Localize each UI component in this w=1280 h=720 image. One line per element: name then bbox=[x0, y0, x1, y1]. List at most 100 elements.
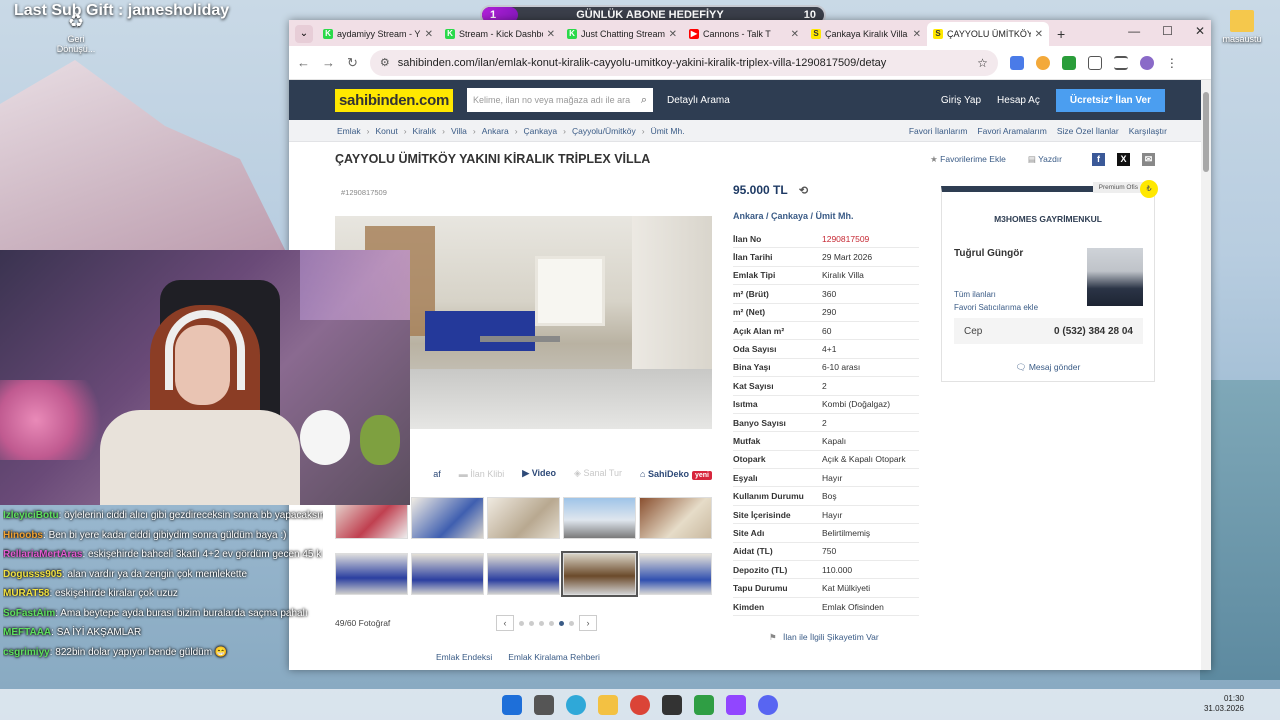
phone-number[interactable]: 0 (532) 384 28 04 bbox=[1054, 326, 1133, 337]
photo-thumbnail-selected[interactable] bbox=[561, 551, 638, 597]
login-link[interactable]: Giriş Yap bbox=[941, 95, 981, 106]
post-ad-button[interactable]: Ücretsiz* İlan Ver bbox=[1055, 88, 1165, 112]
breadcrumb-item[interactable]: Villa bbox=[451, 126, 467, 136]
breadcrumb-link[interactable]: Karşılaştır bbox=[1129, 126, 1167, 136]
photo-thumbnail[interactable] bbox=[487, 553, 560, 595]
breadcrumb-item[interactable]: Ümit Mh. bbox=[651, 126, 685, 136]
breadcrumb-item[interactable]: Çayyolu/Ümitköy bbox=[572, 126, 636, 136]
browser-menu-icon[interactable]: ⋮ bbox=[1166, 56, 1178, 70]
back-icon[interactable]: ← bbox=[297, 55, 310, 70]
address-bar[interactable]: ⚙ sahibinden.com/ilan/emlak-konut-kirali… bbox=[369, 49, 998, 76]
seller-firm[interactable]: M3HOMES GAYRİMENKUL bbox=[942, 214, 1154, 224]
browser-tab[interactable]: ▶ Cannons - Talk T ✕ bbox=[683, 22, 805, 46]
close-tab-icon[interactable]: ✕ bbox=[913, 29, 921, 40]
task-view-icon[interactable] bbox=[534, 694, 554, 715]
add-favorite-button[interactable]: ★ Favorilerime Ekle bbox=[930, 154, 1006, 165]
photo-thumbnail[interactable] bbox=[639, 553, 712, 595]
breadcrumb-link[interactable]: Size Özel İlanlar bbox=[1057, 126, 1119, 136]
sahideko-tab[interactable]: ⌂ SahiDeko yeni bbox=[640, 469, 712, 480]
pager-dot[interactable] bbox=[519, 620, 524, 626]
page-scrollbar[interactable] bbox=[1201, 80, 1211, 670]
breadcrumb-item[interactable]: Konut bbox=[375, 126, 397, 136]
breadcrumb-item[interactable]: Çankaya bbox=[524, 126, 558, 136]
browser-tab[interactable]: S Çankaya Kiralık Villa ✕ bbox=[805, 22, 927, 46]
pager-dot-active[interactable] bbox=[559, 620, 564, 626]
forward-icon[interactable]: → bbox=[322, 55, 335, 70]
recycle-bin-icon: ♻ bbox=[67, 11, 85, 31]
print-button[interactable]: ▤ Yazdır bbox=[1028, 154, 1062, 165]
real-estate-index-link[interactable]: Emlak Endeksi bbox=[436, 652, 492, 662]
pager-dot[interactable] bbox=[569, 620, 574, 626]
reload-icon[interactable]: ↻ bbox=[347, 55, 358, 71]
breadcrumb-item[interactable]: Kiralık bbox=[413, 126, 437, 136]
bookmark-star-icon[interactable]: ☆ bbox=[977, 56, 988, 70]
email-share-icon[interactable]: ✉ bbox=[1142, 152, 1155, 166]
minimize-icon[interactable]: — bbox=[1128, 24, 1140, 38]
price-history-icon[interactable]: ⟲ bbox=[799, 185, 808, 197]
photo-thumbnail[interactable] bbox=[639, 497, 712, 539]
breadcrumb-link[interactable]: Favori İlanlarım bbox=[909, 126, 968, 136]
send-message-button[interactable]: 🗨 Mesaj gönder bbox=[942, 362, 1154, 373]
system-clock[interactable]: 01:30 31.03.2026 bbox=[1204, 694, 1244, 714]
close-tab-icon[interactable]: ✕ bbox=[1035, 29, 1043, 40]
x-share-icon[interactable]: X bbox=[1117, 152, 1130, 166]
browser-tab[interactable]: K Stream - Kick Dashbo ✕ bbox=[439, 22, 561, 46]
browser-tab[interactable]: S ÇAYYOLU ÜMİTKÖY ✕ bbox=[927, 22, 1049, 46]
photo-thumbnail[interactable] bbox=[411, 497, 484, 539]
breadcrumb-item[interactable]: Ankara bbox=[482, 126, 509, 136]
favorite-seller-link[interactable]: Favori Satıcılarıma ekle bbox=[954, 301, 1038, 314]
photo-thumbnail[interactable] bbox=[411, 553, 484, 595]
browser-tab[interactable]: Kaydamiyy Stream - Y ✕ bbox=[317, 22, 439, 46]
twitch-icon[interactable] bbox=[726, 694, 746, 715]
close-tab-icon[interactable]: ✕ bbox=[425, 29, 433, 40]
register-link[interactable]: Hesap Aç bbox=[997, 95, 1040, 106]
browser-tab[interactable]: K Just Chatting Stream ✕ bbox=[561, 22, 683, 46]
app-icon[interactable] bbox=[694, 694, 714, 715]
maximize-icon[interactable]: ☐ bbox=[1162, 24, 1173, 38]
extension-icon[interactable] bbox=[1035, 55, 1050, 70]
extensions-puzzle-icon[interactable] bbox=[1087, 55, 1102, 70]
translate-extension-icon[interactable] bbox=[1009, 55, 1024, 70]
pager-dot[interactable] bbox=[539, 620, 544, 626]
breadcrumb-link[interactable]: Favori Aramalarım bbox=[977, 126, 1046, 136]
extension-icon[interactable] bbox=[1061, 55, 1076, 70]
breadcrumb-item[interactable]: Emlak bbox=[337, 126, 361, 136]
discord-icon[interactable] bbox=[758, 694, 778, 715]
all-ads-link[interactable]: Tüm ilanları bbox=[954, 288, 1038, 301]
pager-dot[interactable] bbox=[549, 620, 554, 626]
site-search-input[interactable]: Kelime, ilan no veya mağaza adı ile ara … bbox=[467, 88, 653, 112]
site-logo[interactable]: sahibinden.com bbox=[335, 88, 453, 112]
report-link[interactable]: ⚑ İlan ile İlgili Şikayetim Var bbox=[769, 632, 879, 643]
close-window-icon[interactable]: ✕ bbox=[1195, 24, 1205, 38]
new-tab-button[interactable]: + bbox=[1049, 26, 1073, 46]
scrollbar-thumb[interactable] bbox=[1203, 92, 1209, 172]
start-icon[interactable] bbox=[502, 694, 522, 715]
close-tab-icon[interactable]: ✕ bbox=[791, 29, 799, 40]
desktop-folder-shortcut[interactable]: masaüstü bbox=[1222, 10, 1262, 44]
close-tab-icon[interactable]: ✕ bbox=[547, 29, 555, 40]
edge-icon[interactable] bbox=[566, 694, 586, 715]
photo-thumbnail[interactable] bbox=[487, 497, 560, 539]
chrome-icon[interactable] bbox=[630, 694, 650, 715]
photo-thumbnail[interactable] bbox=[563, 497, 636, 539]
listing-location[interactable]: Ankara / Çankaya / Ümit Mh. bbox=[733, 211, 854, 221]
video-tab[interactable]: ▶ Video bbox=[522, 468, 556, 479]
site-info-icon[interactable]: ⚙ bbox=[380, 56, 390, 69]
detail-key: Depozito (TL) bbox=[733, 564, 788, 575]
facebook-share-icon[interactable]: f bbox=[1092, 152, 1105, 166]
rental-guide-link[interactable]: Emlak Kiralama Rehberi bbox=[508, 652, 600, 662]
reading-list-icon[interactable] bbox=[1113, 55, 1128, 70]
obs-icon[interactable] bbox=[662, 694, 682, 715]
tab-search-button[interactable]: ⌄ bbox=[295, 25, 313, 43]
map-tab[interactable]: af bbox=[433, 469, 441, 479]
prev-photo-button[interactable]: ‹ bbox=[496, 615, 514, 631]
detailed-search-link[interactable]: Detaylı Arama bbox=[667, 95, 730, 106]
profile-avatar-icon[interactable] bbox=[1139, 55, 1154, 70]
close-tab-icon[interactable]: ✕ bbox=[669, 29, 677, 40]
next-photo-button[interactable]: › bbox=[579, 615, 597, 631]
photo-thumbnail[interactable] bbox=[335, 553, 408, 595]
search-icon[interactable]: ⌕ bbox=[641, 94, 647, 107]
recycle-bin-shortcut[interactable]: ♻ Geri Dönüşü... bbox=[56, 10, 96, 54]
pager-dot[interactable] bbox=[529, 620, 534, 626]
file-explorer-icon[interactable] bbox=[598, 694, 618, 715]
